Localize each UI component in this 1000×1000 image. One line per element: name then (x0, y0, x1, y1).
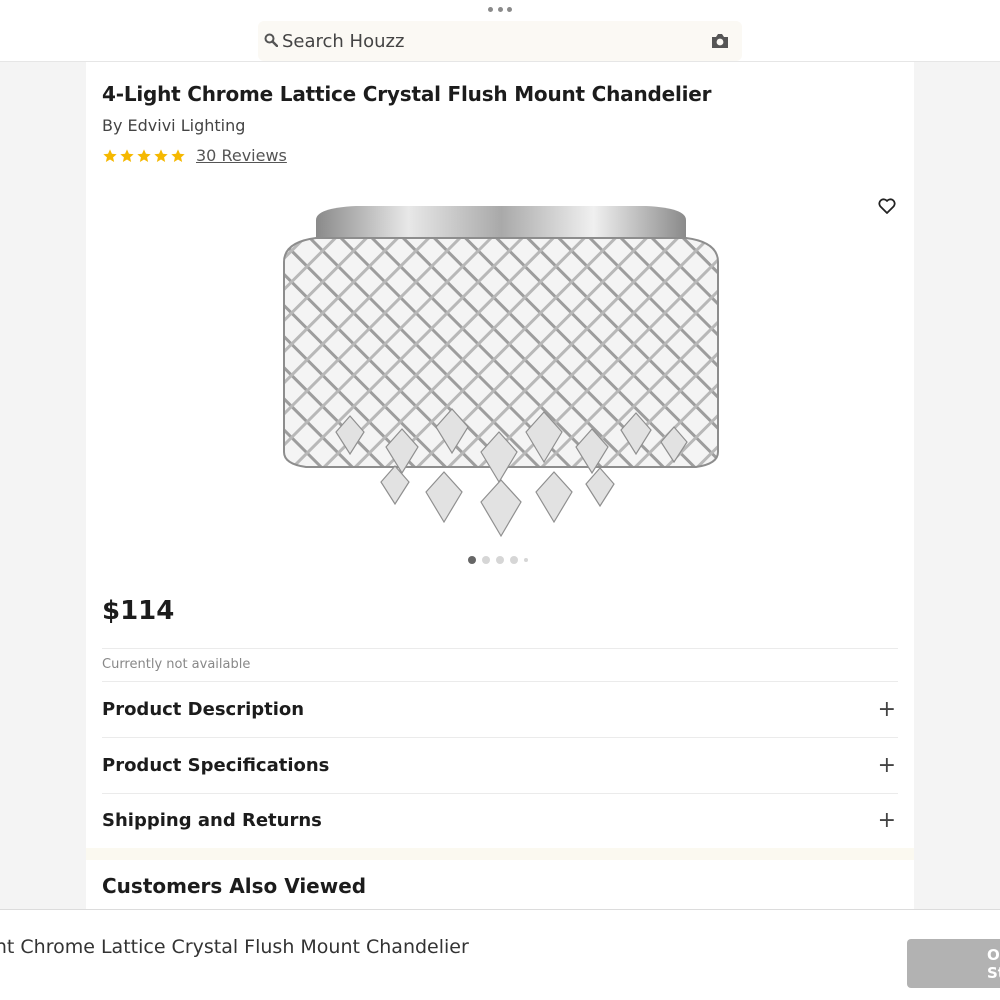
product-title: 4-Light Chrome Lattice Crystal Flush Mou… (102, 82, 712, 106)
divider (102, 648, 898, 649)
more-dot (488, 6, 493, 12)
sticky-product-title: 4-Light Chrome Lattice Crystal Flush Mou… (0, 936, 469, 958)
product-brand[interactable]: By Edvivi Lighting (102, 116, 245, 135)
accordion-label: Product Specifications (102, 755, 330, 776)
product-rating[interactable]: 30 Reviews (102, 146, 287, 165)
star-icon (103, 148, 117, 162)
plus-icon[interactable]: + (878, 753, 896, 778)
carousel-dot[interactable] (510, 556, 518, 564)
out-of-stock-button[interactable]: Out of Stock (907, 939, 1000, 988)
customers-also-viewed-section: Customers Also Viewed (86, 860, 914, 910)
star-icon (137, 148, 151, 162)
top-bar (0, 0, 1000, 62)
star-icon (120, 148, 134, 162)
accordion-shipping-and-returns[interactable]: Shipping and Returns + (102, 793, 898, 848)
more-dot (497, 6, 503, 12)
reviews-link[interactable]: 30 Reviews (196, 146, 287, 165)
star-icon (154, 148, 168, 162)
accordion-product-description[interactable]: Product Description + (102, 682, 898, 737)
carousel-indicator[interactable] (468, 556, 528, 564)
camera-icon[interactable] (710, 32, 730, 50)
more-options-icon[interactable] (488, 2, 512, 16)
accordion-product-specifications[interactable]: Product Specifications + (102, 738, 898, 793)
search-icon (264, 33, 278, 47)
star-icon (171, 148, 185, 162)
product-card: 4-Light Chrome Lattice Crystal Flush Mou… (86, 62, 914, 848)
sticky-purchase-bar: 4-Light Chrome Lattice Crystal Flush Mou… (0, 909, 1000, 1000)
accordion-label: Product Description (102, 699, 305, 720)
product-price: $114 (102, 596, 175, 626)
carousel-dot[interactable] (482, 556, 490, 564)
plus-icon[interactable]: + (878, 697, 896, 722)
accordion-label: Shipping and Returns (102, 810, 322, 831)
search-bar (258, 21, 742, 61)
star-rating (102, 148, 186, 164)
search-input[interactable] (282, 21, 702, 61)
carousel-dot[interactable] (496, 556, 504, 564)
heart-icon[interactable] (877, 196, 897, 216)
section-separator (86, 848, 914, 860)
product-image[interactable] (276, 202, 726, 542)
carousel-dot[interactable] (468, 556, 476, 564)
availability-status: Currently not available (102, 657, 251, 672)
section-title: Customers Also Viewed (102, 874, 367, 898)
plus-icon[interactable]: + (878, 808, 896, 833)
carousel-dot[interactable] (524, 558, 528, 562)
more-dot (507, 6, 512, 12)
